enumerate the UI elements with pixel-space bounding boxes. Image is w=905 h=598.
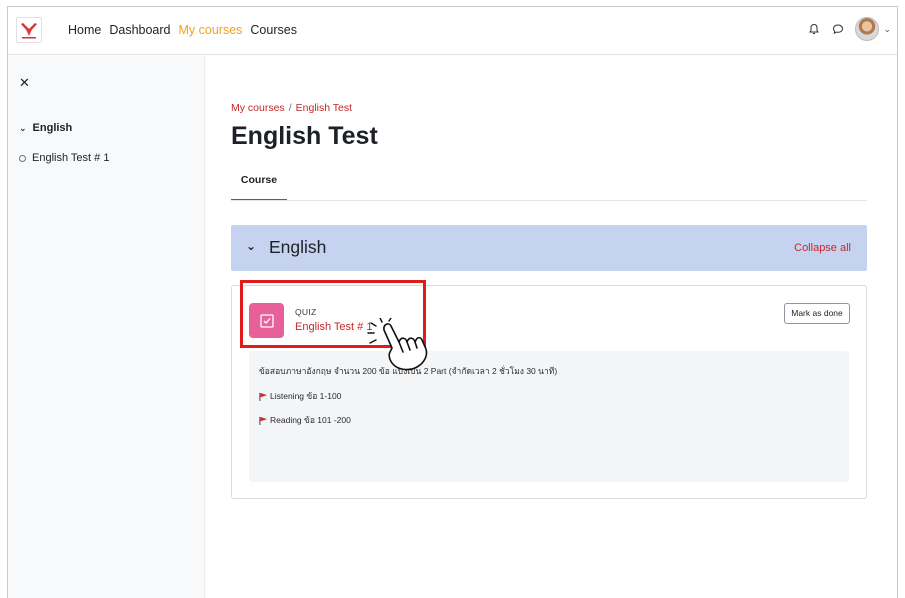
nav-courses[interactable]: Courses [250,23,297,37]
close-drawer-icon[interactable]: ✕ [19,75,30,91]
top-navbar: Home Dashboard My courses Courses ⌄ [8,7,897,55]
flag-icon [259,416,268,425]
sidebar-item-label: English Test # 1 [32,152,110,164]
navbar-user-area: ⌄ [807,17,891,41]
collapse-all-link[interactable]: Collapse all [794,242,851,254]
course-index-drawer: ✕ ⌄ English English Test # 1 [8,56,205,598]
sidebar-item-english-test[interactable]: English Test # 1 [19,152,109,164]
primary-navigation: Home Dashboard My courses Courses [68,23,305,37]
checklist-icon [259,313,274,328]
chat-icon[interactable] [831,22,845,36]
mark-as-done-button[interactable]: Mark as done [784,303,850,324]
nav-my-courses[interactable]: My courses [179,23,243,37]
chevron-down-icon[interactable]: ⌄ [246,239,256,253]
quiz-icon[interactable] [249,303,284,338]
user-avatar[interactable] [855,17,880,41]
browser-frame: Home Dashboard My courses Courses ⌄ ✕ ⌄ … [7,6,898,598]
chevron-down-icon[interactable]: ⌄ [883,24,891,35]
bell-icon[interactable] [807,22,821,36]
description-line: ข้อสอบภาษาอังกฤษ จำนวน 200 ข้อ แบ่งเป็น … [259,366,558,376]
breadcrumb-separator: / [288,102,292,114]
completion-circle-icon [19,154,26,162]
activity-name-link[interactable]: English Test # 1 [295,321,372,333]
sidebar-section-label: English [32,122,73,134]
description-part-text: Listening ข้อ 1-100 [270,391,342,401]
flag-icon [259,392,268,401]
section-title: English [269,237,327,257]
tab-course[interactable]: Course [231,169,287,201]
breadcrumb-my-courses[interactable]: My courses [231,102,285,114]
site-logo[interactable] [16,17,42,43]
activity-description: ข้อสอบภาษาอังกฤษ จำนวน 200 ข้อ แบ่งเป็น … [249,351,849,482]
page-title: English Test [231,122,378,150]
main-content: My courses / English Test English Test Cou… [206,56,897,598]
logo-icon [21,23,37,39]
activity-type-label: QUIZ [295,307,317,317]
breadcrumb-english-test[interactable]: English Test [296,102,352,114]
tab-divider [231,200,867,201]
breadcrumb: My courses / English Test [231,102,352,114]
description-part-listening: Listening ข้อ 1-100 [259,389,341,403]
section-header-english: ⌄ English Collapse all [231,225,867,271]
nav-home[interactable]: Home [68,23,101,37]
chevron-down-icon: ⌄ [19,122,27,133]
activity-card-quiz: QUIZ English Test # 1 Mark as done ข้อสอ… [231,285,867,499]
nav-dashboard[interactable]: Dashboard [109,23,170,37]
description-part-reading: Reading ข้อ 101 -200 [259,413,351,427]
description-part-text: Reading ข้อ 101 -200 [270,415,351,425]
sidebar-section-english[interactable]: ⌄ English [19,122,72,134]
